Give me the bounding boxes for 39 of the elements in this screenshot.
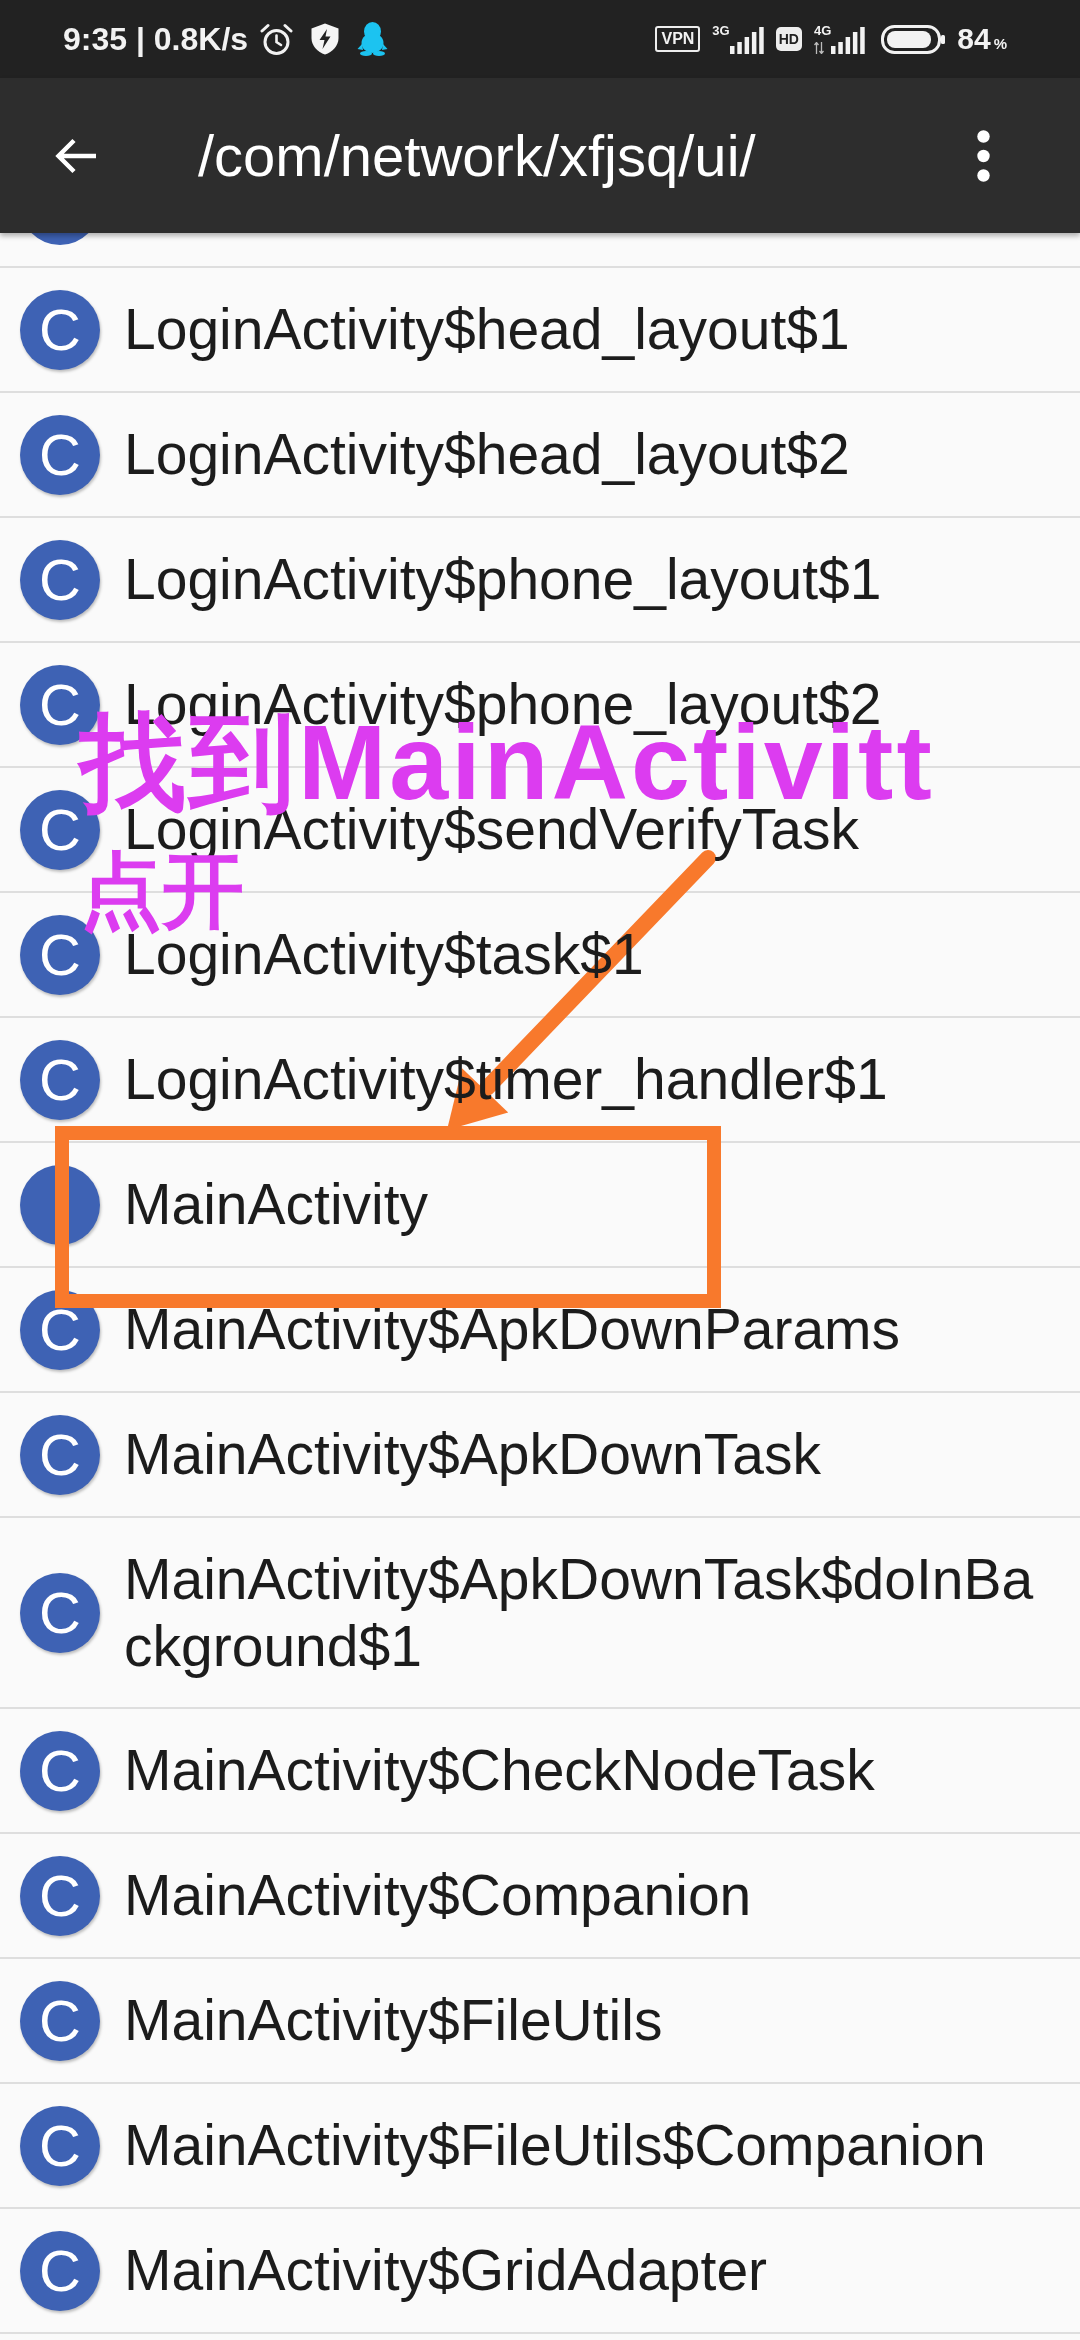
alarm-clock-icon	[260, 22, 294, 56]
class-list-item[interactable]: C MainActivity$FileUtils$Companion	[0, 2084, 1080, 2209]
percent-sign: %	[993, 35, 1007, 52]
class-icon: C	[20, 1730, 100, 1811]
vpn-indicator: VPN	[655, 26, 701, 52]
more-options-icon[interactable]	[977, 129, 990, 182]
class-icon: C	[20, 1039, 100, 1120]
data-arrows-icon	[813, 42, 824, 54]
class-list-item[interactable]: C MainActivity$ApkDownParams	[0, 1268, 1080, 1393]
penguin-icon	[357, 22, 389, 56]
class-icon: C	[20, 289, 100, 370]
class-list-item[interactable]: C LoginActivity$head_layout$1	[0, 268, 1080, 393]
network-type-label: 4G	[813, 24, 832, 37]
class-icon: C	[20, 539, 100, 620]
battery-icon	[881, 24, 946, 54]
class-icon: C	[20, 2230, 100, 2311]
folder-path-title: /com/network/xfjsq/ui/	[198, 122, 757, 189]
class-icon: C	[20, 414, 100, 495]
class-list-item[interactable]: C MainActivity$FileUtils	[0, 1959, 1080, 2084]
shield-bolt-icon	[311, 23, 340, 55]
class-list-item[interactable]: C MainActivity$Companion	[0, 1834, 1080, 1959]
class-list-item[interactable]: MainActivity	[0, 1143, 1080, 1268]
class-list-item[interactable]: C LoginActivity$head_layout$2	[0, 393, 1080, 518]
class-icon: C	[20, 2105, 100, 2186]
class-list-item[interactable]: C MainActivity$GridAdapter	[0, 2209, 1080, 2334]
signal-icon	[831, 27, 866, 54]
class-icon: C	[20, 1572, 100, 1653]
network-type-label: 3G	[712, 24, 730, 37]
class-list-item[interactable]: C MainActivity$ApkDownTask	[0, 1393, 1080, 1518]
signal-icon	[729, 27, 764, 54]
battery-percent: 84	[957, 22, 991, 56]
status-time-speed: 9:35 | 0.8K/s	[63, 20, 249, 58]
class-list-item[interactable]: C LoginActivity$phone_layout$1	[0, 518, 1080, 643]
class-icon: C	[20, 1855, 100, 1936]
class-icon: C	[20, 1414, 100, 1495]
class-icon: C	[20, 1980, 100, 2061]
hd-indicator: HD	[775, 27, 802, 51]
class-list-item[interactable]: C MainActivity$ApkDownTask$doInBackground$1	[0, 1518, 1080, 1709]
class-list-item[interactable]: C MainActivity$CheckNodeTask	[0, 1709, 1080, 1834]
